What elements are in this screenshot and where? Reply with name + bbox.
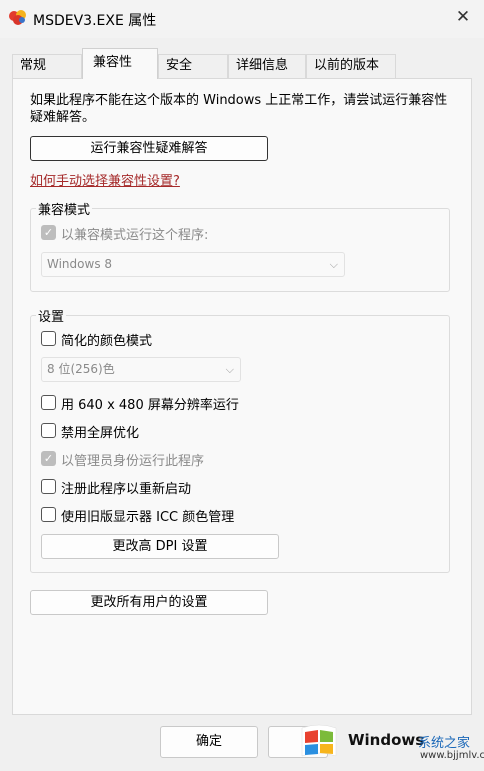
watermark-site: 系统之家 (418, 736, 471, 751)
reduced-color-checkbox[interactable] (41, 331, 56, 346)
register-restart-checkbox[interactable] (41, 479, 56, 494)
watermark-brand: Windows (348, 731, 425, 749)
resolution-640-checkbox[interactable] (41, 395, 56, 410)
compat-mode-title: 兼容模式 (36, 199, 93, 218)
window-title: MSDEV3.EXE 属性 (33, 13, 157, 29)
legacy-icc-label: 使用旧版显示器 ICC 颜色管理 (61, 510, 235, 525)
tab-compatibility[interactable]: 兼容性 (82, 48, 158, 79)
chevron-down-icon: ⌵ (329, 258, 338, 271)
run-as-admin-label: 以管理员身份运行此程序 (61, 454, 205, 469)
resolution-640-label: 用 640 x 480 屏幕分辨率运行 (61, 398, 239, 413)
title-bar: MSDEV3.EXE 属性 ✕ (0, 0, 484, 38)
manual-settings-link[interactable]: 如何手动选择兼容性设置? (30, 170, 180, 189)
tab-previous-versions[interactable]: 以前的版本 (306, 54, 396, 78)
app-icon (9, 10, 26, 25)
color-depth-select: 8 位(256)色 ⌵ (41, 357, 241, 382)
compat-mode-group (30, 208, 450, 292)
windows-logo-icon (301, 724, 337, 757)
compat-mode-checkbox: ✓ (41, 225, 56, 240)
os-version-value: Windows 8 (47, 257, 113, 271)
tab-general[interactable]: 常规 (12, 54, 82, 78)
chevron-down-icon: ⌵ (225, 363, 234, 376)
compat-mode-label: 以兼容模式运行这个程序: (61, 228, 209, 243)
run-as-admin-checkbox: ✓ (41, 451, 56, 466)
watermark-url: www.bjjmlv.com (420, 750, 484, 761)
settings-title: 设置 (36, 306, 67, 325)
change-high-dpi-button[interactable]: 更改高 DPI 设置 (41, 534, 279, 559)
os-version-select: Windows 8 ⌵ (41, 252, 345, 277)
close-icon[interactable]: ✕ (452, 6, 474, 28)
register-restart-label: 注册此程序以重新启动 (61, 482, 192, 497)
reduced-color-label: 简化的颜色模式 (61, 334, 153, 349)
tab-details[interactable]: 详细信息 (228, 54, 306, 78)
color-depth-value: 8 位(256)色 (47, 362, 115, 376)
disable-fullscreen-checkbox[interactable] (41, 423, 56, 438)
compatibility-description: 如果此程序不能在这个版本的 Windows 上正常工作，请尝试运行兼容性疑难解答… (30, 93, 448, 125)
run-troubleshooter-button[interactable]: 运行兼容性疑难解答 (30, 136, 268, 161)
change-all-users-button[interactable]: 更改所有用户的设置 (30, 590, 268, 615)
disable-fullscreen-label: 禁用全屏优化 (61, 426, 140, 441)
ok-button[interactable]: 确定 (160, 726, 258, 758)
legacy-icc-checkbox[interactable] (41, 507, 56, 522)
tab-security[interactable]: 安全 (158, 54, 228, 78)
